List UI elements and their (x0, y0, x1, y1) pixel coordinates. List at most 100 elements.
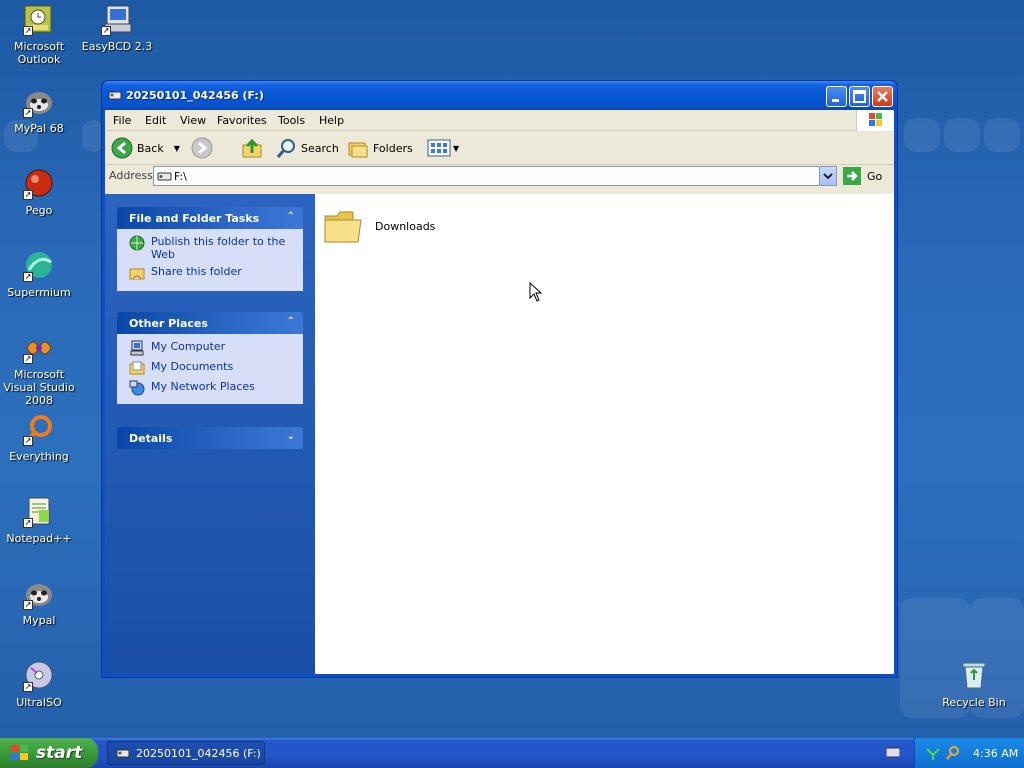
taskbar: start 20250101_042456 (F:) 4:36 AM (0, 738, 1024, 768)
minimize-button[interactable] (826, 86, 847, 107)
clock[interactable]: 4:36 AM (973, 747, 1018, 760)
place-my-documents[interactable]: My Documents (129, 360, 295, 376)
go-button[interactable]: Go (843, 167, 882, 185)
address-bar: Address F:\ Go (105, 165, 894, 188)
mypal-icon: ↗ (23, 578, 55, 610)
desktop-icon-notepadpp[interactable]: ↗ Notepad++ (0, 496, 78, 545)
visual-studio-icon: ↗ (23, 332, 55, 364)
desktop-icon-recycle-bin[interactable]: Recycle Bin (935, 660, 1013, 709)
forward-button[interactable] (191, 136, 213, 160)
windows-logo-icon (856, 110, 894, 131)
menu-edit[interactable]: Edit (145, 114, 166, 127)
place-label: My Documents (151, 360, 234, 373)
desktop-icon-label: Recycle Bin (942, 696, 1006, 709)
menu-tools[interactable]: Tools (278, 114, 305, 127)
network-tray-icon[interactable] (925, 745, 941, 761)
folders-button[interactable]: Folders (347, 136, 413, 160)
close-button[interactable] (872, 86, 893, 107)
desktop-icon-mypal68[interactable]: ↗ MyPal 68 (0, 86, 78, 135)
shortcut-arrow-icon: ↗ (23, 436, 33, 446)
background-shape (904, 118, 940, 152)
publish-web-icon (129, 235, 145, 251)
task-publish-web[interactable]: Publish this folder to the Web (129, 235, 295, 261)
keyboard-icon[interactable] (885, 746, 901, 761)
views-icon (427, 139, 451, 157)
views-dropdown-icon: ▼ (453, 143, 460, 153)
shortcut-arrow-icon: ↗ (23, 354, 33, 364)
shortcut-arrow-icon: ↗ (23, 518, 33, 528)
panel-title: Details (129, 432, 173, 445)
desktop-icon-label: Microsoft Outlook (13, 40, 65, 66)
menu-file[interactable]: File (113, 114, 131, 127)
collapse-chevron-icon[interactable]: ⌃ (287, 316, 295, 327)
views-button[interactable]: ▼ (427, 136, 459, 160)
panel-title: Other Places (129, 317, 208, 330)
folder-icon (324, 211, 362, 243)
back-dropdown-icon[interactable]: ▼ (174, 144, 180, 153)
shortcut-arrow-icon: ↗ (101, 26, 111, 36)
task-pane: File and Folder Tasks ⌃ Publish this fol… (105, 194, 315, 674)
toolbar: Back ▼ Search Folders ▼ (105, 131, 894, 165)
address-value: F:\ (174, 169, 187, 183)
back-arrow-icon (111, 137, 133, 159)
desktop-icon-mypal[interactable]: ↗ Mypal (0, 578, 78, 627)
collapse-chevron-icon[interactable]: ⌃ (287, 211, 295, 222)
desktop-icon-label: MyPal 68 (14, 122, 64, 135)
my-computer-icon (130, 340, 144, 356)
menu-view[interactable]: View (180, 114, 206, 127)
desktop-icon-label: Pego (25, 204, 53, 217)
desktop-icon-outlook[interactable]: ↗ Microsoft Outlook (0, 4, 78, 66)
taskbar-window-button[interactable]: 20250101_042456 (F:) (107, 741, 265, 765)
background-shape (984, 118, 1020, 152)
file-folder-tasks-header[interactable]: File and Folder Tasks ⌃ (117, 207, 303, 229)
recycle-bin-icon (958, 660, 990, 692)
other-places-body: My Computer My Documents My Network Plac… (117, 334, 303, 404)
folder-item-downloads[interactable]: Downloads (323, 208, 435, 244)
window-client-area: File Edit View Favorites Tools Help Back… (105, 110, 894, 674)
back-button[interactable]: Back ▼ (111, 136, 180, 160)
other-places-header[interactable]: Other Places ⌃ (117, 312, 303, 334)
place-my-network-places[interactable]: My Network Places (129, 380, 295, 396)
network-places-icon (129, 380, 145, 396)
search-tray-icon[interactable] (945, 745, 961, 761)
back-label: Back (137, 141, 164, 155)
desktop-icon-supermium[interactable]: ↗ Supermium (0, 250, 78, 299)
windows-logo-icon (11, 745, 28, 760)
start-label: start (36, 743, 83, 763)
menu-favorites[interactable]: Favorites (217, 114, 267, 127)
shortcut-arrow-icon: ↗ (23, 600, 33, 610)
desktop-icon-label: Supermium (7, 286, 71, 299)
task-share-folder[interactable]: Share this folder (129, 265, 295, 281)
up-folder-button[interactable] (241, 136, 263, 160)
shortcut-arrow-icon: ↗ (23, 108, 33, 118)
expand-chevron-icon[interactable]: ⌄ (287, 431, 295, 442)
desktop-icon-label: Everything (9, 450, 69, 463)
desktop-icon-pego[interactable]: ↗ Pego (0, 168, 78, 217)
drive-icon (157, 172, 172, 181)
file-list-area[interactable]: Downloads (315, 194, 894, 674)
taskbar-window-label: 20250101_042456 (F:) (136, 746, 261, 760)
desktop-icon-everything[interactable]: ↗ Everything (0, 414, 78, 463)
background-shape (944, 118, 980, 152)
title-bar[interactable]: 20250101_042456 (F:) (102, 81, 897, 110)
maximize-icon (853, 90, 866, 103)
close-icon (877, 91, 888, 102)
explorer-body: File and Folder Tasks ⌃ Publish this fol… (105, 194, 894, 674)
shortcut-arrow-icon: ↗ (23, 272, 33, 282)
menu-help[interactable]: Help (319, 114, 344, 127)
chevron-down-icon (823, 173, 833, 180)
drive-icon (116, 749, 130, 758)
place-my-computer[interactable]: My Computer (129, 340, 295, 356)
desktop-icon-ultraiso[interactable]: ↗ UltraISO (0, 660, 78, 709)
address-input[interactable]: F:\ (153, 166, 837, 186)
maximize-button[interactable] (849, 86, 870, 107)
desktop-icon-visual-studio[interactable]: ↗ Microsoft Visual Studio 2008 (0, 332, 78, 407)
details-header[interactable]: Details ⌄ (117, 427, 303, 449)
mouse-cursor-icon (529, 281, 543, 305)
place-label: My Computer (151, 340, 226, 353)
desktop-icon-easybcd[interactable]: ↗ EasyBCD 2.3 (78, 4, 156, 53)
search-button[interactable]: Search (275, 136, 339, 160)
start-button[interactable]: start (0, 738, 98, 768)
desktop-icon-label: Microsoft Visual Studio 2008 (3, 368, 75, 407)
address-dropdown-button[interactable] (819, 167, 836, 185)
